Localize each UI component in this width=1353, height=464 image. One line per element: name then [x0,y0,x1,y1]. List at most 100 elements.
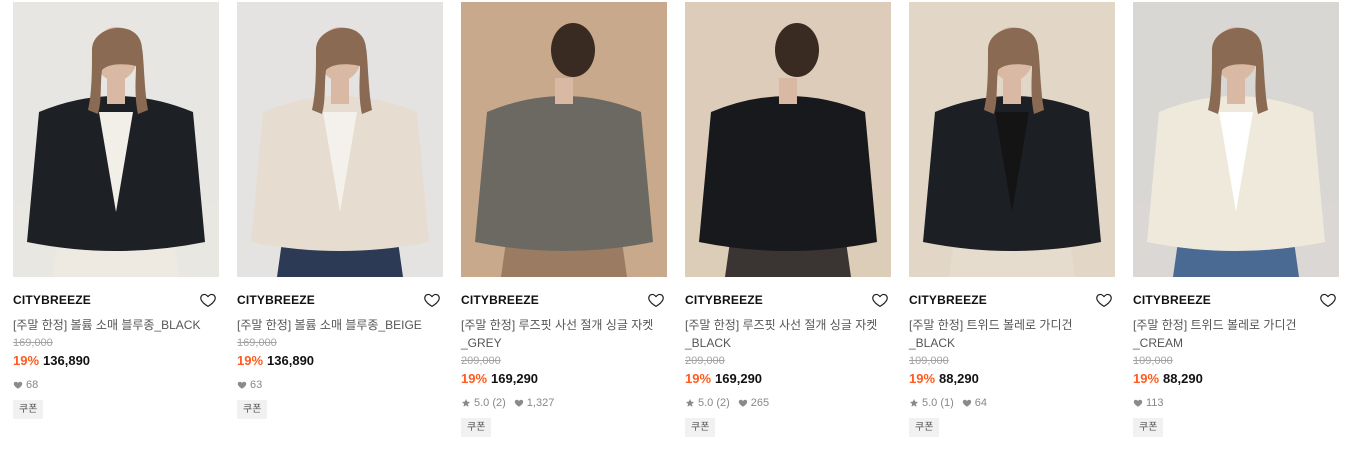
rating-value: 5.0 (2) [698,397,730,409]
likes: 64 [962,396,987,410]
likes-count: 1,327 [526,397,555,409]
star-icon [909,399,919,407]
brand-name[interactable]: CITYBREEZE [13,293,219,307]
product-info: CITYBREEZE [주말 한정] 볼륨 소매 블루종_BEIGE 169,0… [237,277,443,419]
heart-filled-icon [738,399,747,407]
coupon-badge[interactable]: 쿠폰 [13,400,44,419]
sale-price: 136,890 [267,353,315,368]
product-name[interactable]: [주말 한정] 루즈핏 사선 절개 싱글 자켓_GREY [461,316,661,352]
likes: 68 [13,378,38,392]
product-image[interactable] [13,2,219,277]
sale-price: 136,890 [43,353,91,368]
product-info: CITYBREEZE [주말 한정] 루즈핏 사선 절개 싱글 자켓_BLACK… [685,277,891,437]
product-name[interactable]: [주말 한정] 루즈핏 사선 절개 싱글 자켓_BLACK [685,316,885,352]
heart-filled-icon [13,381,23,389]
star-icon [461,399,471,407]
product-image[interactable] [909,2,1115,277]
product-info: CITYBREEZE [주말 한정] 트위드 볼레로 가디건_BLACK 109… [909,277,1115,437]
product-name[interactable]: [주말 한정] 볼륨 소매 블루종_BLACK [13,316,213,334]
price-row: 19% 136,890 [13,352,219,370]
coupon-badge[interactable]: 쿠폰 [1133,418,1164,437]
original-price: 109,000 [1133,355,1173,367]
heart-outline-icon[interactable] [423,291,441,309]
sale-price: 169,290 [491,371,539,386]
rating: 5.0 (2) [685,396,730,410]
heart-filled-icon [237,381,247,389]
likes: 63 [237,378,262,392]
likes-count: 113 [1146,397,1164,409]
product-image[interactable] [1133,2,1339,277]
heart-filled-icon [962,399,971,407]
product-name[interactable]: [주말 한정] 볼륨 소매 블루종_BEIGE [237,316,437,334]
original-price: 169,000 [13,337,53,349]
heart-outline-icon[interactable] [1319,291,1337,309]
rating: 5.0 (2) [461,396,506,410]
brand-name[interactable]: CITYBREEZE [461,293,667,307]
coupon-badge[interactable]: 쿠폰 [909,418,940,437]
price-row: 19% 88,290 [1133,370,1339,388]
product-card[interactable]: CITYBREEZE [주말 한정] 트위드 볼레로 가디건_CREAM 109… [1133,2,1339,437]
product-info: CITYBREEZE [주말 한정] 트위드 볼레로 가디건_CREAM 109… [1133,277,1339,437]
original-price: 209,000 [685,355,725,367]
heart-filled-icon [514,399,523,407]
original-price: 169,000 [237,337,277,349]
product-info: CITYBREEZE [주말 한정] 루즈핏 사선 절개 싱글 자켓_GREY … [461,277,667,437]
sale-price: 88,290 [939,371,979,386]
product-card[interactable]: CITYBREEZE [주말 한정] 루즈핏 사선 절개 싱글 자켓_BLACK… [685,2,891,437]
brand-name[interactable]: CITYBREEZE [685,293,891,307]
product-stats: 63 [237,378,443,392]
discount-rate: 19% [461,371,488,386]
likes-count: 68 [26,379,39,391]
product-name[interactable]: [주말 한정] 트위드 볼레로 가디건_BLACK [909,316,1109,352]
product-image[interactable] [461,2,667,277]
product-info: CITYBREEZE [주말 한정] 볼륨 소매 블루종_BLACK 169,0… [13,277,219,419]
sale-price: 88,290 [1163,371,1203,386]
discount-rate: 19% [1133,371,1160,386]
product-stats: 113 [1133,396,1339,410]
discount-rate: 19% [237,353,264,368]
coupon-badge[interactable]: 쿠폰 [461,418,492,437]
rating: 5.0 (1) [909,396,954,410]
discount-rate: 19% [909,371,936,386]
brand-name[interactable]: CITYBREEZE [1133,293,1339,307]
product-grid: CITYBREEZE [주말 한정] 볼륨 소매 블루종_BLACK 169,0… [0,0,1353,464]
original-price: 209,000 [461,355,501,367]
product-card[interactable]: CITYBREEZE [주말 한정] 트위드 볼레로 가디건_BLACK 109… [909,2,1115,437]
price-row: 19% 169,290 [461,370,667,388]
rating-value: 5.0 (2) [474,397,506,409]
heart-filled-icon [1133,399,1143,407]
likes-count: 64 [974,397,988,409]
rating-value: 5.0 (1) [922,397,954,409]
price-row: 19% 136,890 [237,352,443,370]
product-stats: 68 [13,378,219,392]
heart-outline-icon[interactable] [199,291,217,309]
product-name[interactable]: [주말 한정] 트위드 볼레로 가디건_CREAM [1133,316,1333,352]
likes-count: 265 [750,397,770,409]
likes: 113 [1133,396,1164,410]
heart-outline-icon[interactable] [871,291,889,309]
heart-outline-icon[interactable] [1095,291,1113,309]
product-stats: 5.0 (2) 265 [685,396,891,410]
coupon-badge[interactable]: 쿠폰 [685,418,716,437]
star-icon [685,399,695,407]
product-image[interactable] [237,2,443,277]
sale-price: 169,290 [715,371,763,386]
discount-rate: 19% [685,371,712,386]
coupon-badge[interactable]: 쿠폰 [237,400,268,419]
likes: 1,327 [514,396,555,410]
original-price: 109,000 [909,355,949,367]
likes-count: 63 [250,379,263,391]
brand-name[interactable]: CITYBREEZE [909,293,1115,307]
price-row: 19% 88,290 [909,370,1115,388]
likes: 265 [738,396,769,410]
product-stats: 5.0 (1) 64 [909,396,1115,410]
product-card[interactable]: CITYBREEZE [주말 한정] 볼륨 소매 블루종_BLACK 169,0… [13,2,219,419]
product-image[interactable] [685,2,891,277]
product-card[interactable]: CITYBREEZE [주말 한정] 루즈핏 사선 절개 싱글 자켓_GREY … [461,2,667,437]
price-row: 19% 169,290 [685,370,891,388]
discount-rate: 19% [13,353,40,368]
brand-name[interactable]: CITYBREEZE [237,293,443,307]
product-stats: 5.0 (2) 1,327 [461,396,667,410]
product-card[interactable]: CITYBREEZE [주말 한정] 볼륨 소매 블루종_BEIGE 169,0… [237,2,443,419]
heart-outline-icon[interactable] [647,291,665,309]
